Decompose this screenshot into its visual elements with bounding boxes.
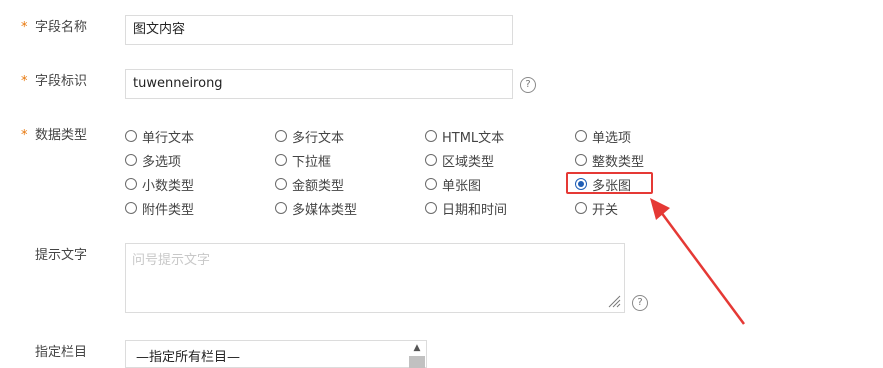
radio-button[interactable] bbox=[575, 202, 587, 214]
required-marker: * bbox=[21, 128, 28, 143]
radio-button[interactable] bbox=[275, 202, 287, 214]
annotation-arrow-icon bbox=[650, 198, 746, 325]
column-select-list[interactable]: —指定所有栏目— bbox=[125, 340, 427, 368]
radio-option-label: 附件类型 bbox=[142, 202, 195, 218]
radio-button[interactable] bbox=[575, 154, 587, 166]
radio-option-label: 多行文本 bbox=[292, 130, 345, 146]
radio-option[interactable]: 金额类型 bbox=[275, 175, 345, 194]
radio-option-label: 区域类型 bbox=[442, 154, 495, 170]
radio-option-label: 多媒体类型 bbox=[292, 202, 358, 218]
radio-option[interactable]: HTML文本 bbox=[425, 127, 505, 146]
radio-option-label: 单选项 bbox=[592, 130, 632, 146]
required-marker: * bbox=[21, 20, 28, 35]
radio-button[interactable] bbox=[125, 178, 137, 190]
radio-button[interactable] bbox=[125, 130, 137, 142]
field-identifier-label: 字段标识 bbox=[35, 74, 88, 89]
radio-option-label: 多选项 bbox=[142, 154, 182, 170]
radio-option-label: 整数类型 bbox=[592, 154, 645, 170]
radio-option-label: HTML文本 bbox=[442, 130, 505, 146]
help-icon[interactable]: ? bbox=[520, 77, 536, 93]
radio-option[interactable]: 单张图 bbox=[425, 175, 482, 194]
hint-textarea[interactable] bbox=[125, 243, 625, 313]
radio-option[interactable]: 多行文本 bbox=[275, 127, 345, 146]
radio-button[interactable] bbox=[125, 154, 137, 166]
radio-option-label: 小数类型 bbox=[142, 178, 195, 194]
field-identifier-input[interactable]: tuwenneirong bbox=[125, 69, 513, 99]
radio-option[interactable]: 单行文本 bbox=[125, 127, 195, 146]
radio-option[interactable]: 多选项 bbox=[125, 151, 182, 170]
radio-button[interactable] bbox=[275, 130, 287, 142]
column-label: 指定栏目 bbox=[35, 345, 88, 360]
radio-option[interactable]: 下拉框 bbox=[275, 151, 332, 170]
radio-button[interactable] bbox=[575, 130, 587, 142]
hint-text-label: 提示文字 bbox=[35, 248, 88, 263]
radio-option[interactable]: 小数类型 bbox=[125, 175, 195, 194]
resize-grip-icon[interactable] bbox=[607, 294, 621, 308]
field-name-input[interactable]: 图文内容 bbox=[125, 15, 513, 45]
radio-option[interactable]: 整数类型 bbox=[575, 151, 645, 170]
radio-option[interactable]: 单选项 bbox=[575, 127, 632, 146]
help-icon[interactable]: ? bbox=[632, 295, 648, 311]
radio-option[interactable]: 多媒体类型 bbox=[275, 199, 358, 218]
radio-button[interactable] bbox=[425, 154, 437, 166]
radio-button[interactable] bbox=[275, 178, 287, 190]
radio-button[interactable] bbox=[275, 154, 287, 166]
radio-option-label: 下拉框 bbox=[292, 154, 332, 170]
radio-button[interactable] bbox=[425, 130, 437, 142]
column-option[interactable]: —指定所有栏目— bbox=[136, 346, 240, 365]
radio-option-label: 开关 bbox=[592, 202, 619, 218]
field-name-label: 字段名称 bbox=[35, 20, 88, 35]
radio-option[interactable]: 日期和时间 bbox=[425, 199, 508, 218]
radio-option-label: 单张图 bbox=[442, 178, 482, 194]
required-marker: * bbox=[21, 74, 28, 89]
radio-button[interactable] bbox=[125, 202, 137, 214]
radio-option-label: 日期和时间 bbox=[442, 202, 508, 218]
scrollbar-thumb[interactable] bbox=[409, 356, 425, 368]
radio-option[interactable]: 区域类型 bbox=[425, 151, 495, 170]
radio-button[interactable] bbox=[425, 178, 437, 190]
radio-option[interactable]: 开关 bbox=[575, 199, 619, 218]
scroll-up-arrow-icon[interactable]: ▲ bbox=[409, 342, 425, 354]
data-type-label: 数据类型 bbox=[35, 128, 88, 143]
radio-option-label: 金额类型 bbox=[292, 178, 345, 194]
radio-option-label: 单行文本 bbox=[142, 130, 195, 146]
radio-button[interactable] bbox=[425, 202, 437, 214]
radio-option[interactable]: 附件类型 bbox=[125, 199, 195, 218]
